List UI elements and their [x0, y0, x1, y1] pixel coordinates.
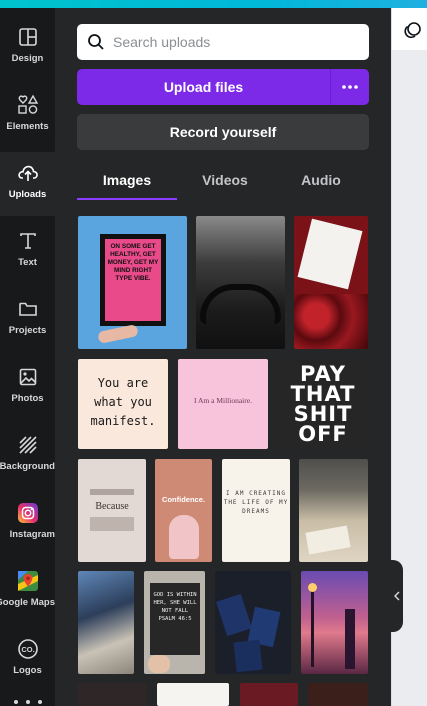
top-brand-bar	[0, 0, 427, 8]
upload-thumb-car-night[interactable]	[196, 216, 285, 349]
canvas-toolbar	[391, 8, 427, 50]
lamp-light-shape	[308, 583, 317, 592]
book-shape	[305, 525, 351, 555]
uploads-panel: Upload files Record yourself Images Vide…	[55, 8, 391, 706]
upload-thumb-because[interactable]: Because	[78, 459, 146, 562]
rail-label-uploads: Uploads	[8, 189, 47, 200]
upload-thumb-passports[interactable]	[215, 571, 291, 674]
folder-icon	[17, 298, 39, 320]
cloud-upload-icon	[17, 162, 39, 184]
frame-quote-text: ON SOME GET HEALTHY, GET MONEY, GET MY M…	[105, 239, 161, 321]
rail-label-background: Background	[0, 461, 55, 472]
logos-co-icon: CO.	[17, 638, 39, 660]
passport-shape-1	[216, 593, 252, 637]
rail-item-uploads[interactable]: Uploads	[0, 152, 55, 216]
upload-thumb-frame-quote[interactable]: ON SOME GET HEALTHY, GET MONEY, GET MY M…	[78, 216, 187, 349]
rail-label-design: Design	[11, 53, 44, 64]
more-apps-icon[interactable]	[14, 700, 42, 706]
elements-shapes-icon	[17, 94, 39, 116]
side-rail: Design Elements Uploads Text Projects Ph…	[0, 8, 55, 706]
upload-thumb-roses-note[interactable]	[294, 216, 368, 349]
upload-thumb-london[interactable]	[301, 571, 368, 674]
clock-tower-shape	[345, 609, 355, 669]
text-t-icon	[17, 230, 39, 252]
rail-label-text: Text	[18, 257, 37, 268]
rail-item-logos[interactable]: CO. Logos	[0, 628, 55, 692]
upload-thumb-row5-2[interactable]	[157, 683, 229, 706]
chevron-left-icon	[394, 591, 400, 601]
text-lines-shape-lower	[90, 517, 134, 531]
rail-item-text[interactable]: Text	[0, 220, 55, 284]
hand-shape-2	[148, 655, 170, 673]
letterboard-text: GOD IS WITHIN HER, SHE WILL NOT FALL PSA…	[150, 583, 200, 655]
rail-label-elements: Elements	[6, 121, 49, 132]
background-hatch-icon	[17, 434, 39, 456]
steering-wheel-shape	[200, 284, 281, 324]
rail-item-instagram[interactable]: Instagram	[0, 492, 55, 556]
rail-label-instagram: Instagram	[9, 529, 55, 540]
upload-thumb-confidence[interactable]: Confidence.	[155, 459, 212, 562]
passport-shape-3	[233, 639, 263, 673]
figure-shape	[169, 515, 199, 559]
roses-shape	[294, 294, 368, 349]
rail-label-projects: Projects	[8, 325, 47, 336]
rail-label-photos: Photos	[11, 393, 44, 404]
rail-item-google-maps[interactable]: Google Maps	[0, 560, 55, 624]
black-frame: ON SOME GET HEALTHY, GET MONEY, GET MY M…	[100, 234, 166, 326]
because-text: Because	[95, 501, 129, 512]
upload-thumb-beach-book[interactable]	[299, 459, 368, 562]
rail-item-design[interactable]: Design	[0, 16, 55, 80]
uploads-image-grid: ON SOME GET HEALTHY, GET MONEY, GET MY M…	[55, 8, 391, 706]
lamp-post-shape	[311, 587, 314, 667]
upload-thumb-letterboard[interactable]: GOD IS WITHIN HER, SHE WILL NOT FALL PSA…	[144, 571, 205, 674]
rail-item-background[interactable]: Background	[0, 424, 55, 488]
photo-icon	[17, 366, 39, 388]
design-layout-icon	[17, 26, 39, 48]
rail-label-google-maps: Google Maps	[0, 597, 55, 608]
rail-item-photos[interactable]: Photos	[0, 356, 55, 420]
upload-thumb-creating[interactable]: I AM CREATING THE LIFE OF MY DREAMS	[222, 459, 290, 562]
collapse-panel-handle[interactable]	[391, 560, 403, 632]
upload-thumb-row5-3[interactable]	[240, 683, 298, 706]
note-card-shape	[297, 218, 363, 290]
confidence-text: Confidence.	[162, 495, 205, 504]
upload-thumb-millionaire[interactable]: I Am a Millionaire.	[178, 359, 268, 449]
rail-item-projects[interactable]: Projects	[0, 288, 55, 352]
google-maps-icon	[17, 570, 39, 592]
instagram-icon	[17, 502, 39, 524]
rail-item-elements[interactable]: Elements	[0, 84, 55, 148]
text-lines-shape	[90, 489, 134, 495]
upload-thumb-row5-4[interactable]	[308, 683, 368, 706]
upload-thumb-bed-sunset[interactable]	[78, 571, 134, 674]
animate-icon[interactable]	[403, 20, 423, 40]
svg-text:CO.: CO.	[21, 645, 34, 654]
hand-shape	[97, 323, 139, 345]
upload-thumb-manifest[interactable]: You are what you manifest.	[78, 359, 168, 449]
rail-label-logos: Logos	[13, 665, 42, 676]
upload-thumb-pay-off[interactable]: PAY THAT SHIT OFF	[278, 359, 368, 449]
upload-thumb-row5-1[interactable]	[78, 683, 147, 706]
